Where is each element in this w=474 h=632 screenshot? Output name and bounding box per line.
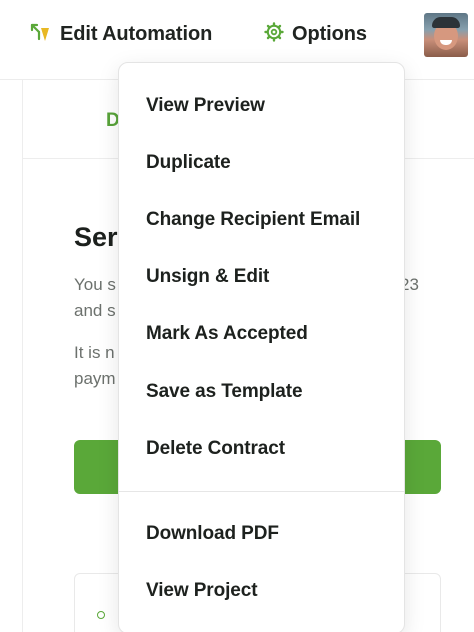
section-heading: Ser (74, 222, 118, 252)
automation-icon (28, 21, 52, 48)
options-button[interactable]: Options (264, 19, 367, 49)
menu-item-delete-contract[interactable]: Delete Contract (119, 427, 404, 471)
options-dropdown-menu: View Preview Duplicate Change Recipient … (118, 62, 405, 632)
menu-item-change-recipient-email[interactable]: Change Recipient Email (119, 198, 404, 242)
avatar-cap (432, 17, 460, 28)
menu-item-download-pdf[interactable]: Download PDF (119, 512, 404, 556)
menu-item-duplicate[interactable]: Duplicate (119, 141, 404, 185)
edit-automation-button[interactable]: Edit Automation (28, 19, 212, 49)
menu-item-view-preview[interactable]: View Preview (119, 84, 404, 128)
edit-automation-label: Edit Automation (60, 22, 213, 45)
menu-item-mark-as-accepted[interactable]: Mark As Accepted (119, 312, 404, 356)
timeline-dot (97, 611, 105, 619)
menu-item-view-project[interactable]: View Project (119, 569, 404, 613)
menu-divider (119, 491, 404, 492)
menu-item-unsign-edit[interactable]: Unsign & Edit (119, 255, 404, 299)
avatar[interactable] (424, 13, 468, 57)
menu-item-save-as-template[interactable]: Save as Template (119, 370, 404, 414)
paragraph-2-line-2: paym (74, 369, 116, 388)
paragraph-1-line-1: You s (74, 275, 116, 294)
paragraph-1-line-2: and s (74, 301, 116, 320)
paragraph-2-line-1: It is n (74, 343, 115, 362)
options-label: Options (292, 22, 367, 45)
gear-icon (264, 21, 284, 47)
